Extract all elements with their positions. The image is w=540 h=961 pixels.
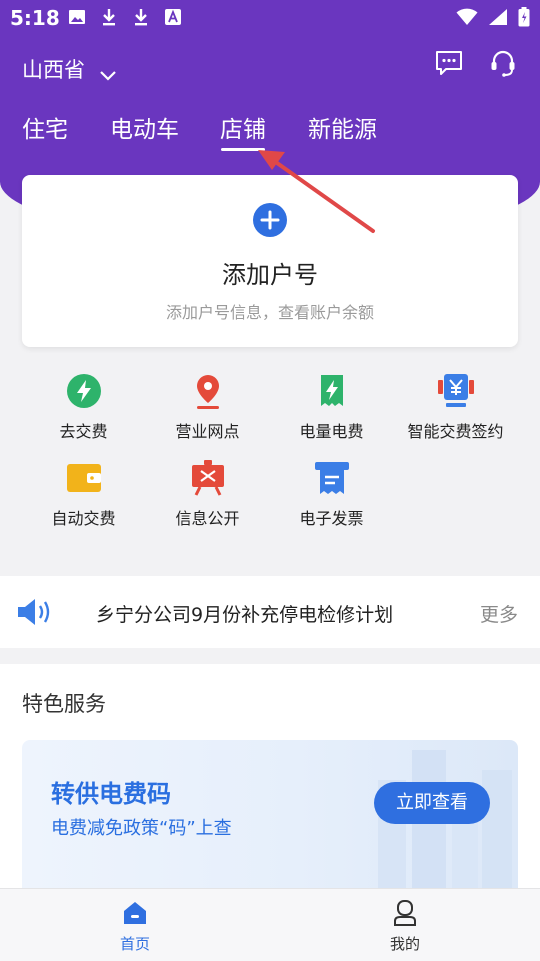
service-label: 电量电费 — [299, 422, 364, 441]
wifi-icon — [456, 8, 478, 30]
tab-residential[interactable]: 住宅 — [22, 110, 68, 144]
region-selector[interactable]: 山西省 — [22, 54, 117, 84]
signal-icon — [488, 8, 508, 30]
bottom-navigation: 首页 我的 — [0, 888, 540, 961]
yen-contract-icon — [437, 372, 475, 410]
add-account-card[interactable]: 添加户号 添加户号信息，查看账户余额 — [22, 175, 518, 347]
notice-more-link[interactable]: 更多 — [480, 600, 518, 627]
service-e-invoice[interactable]: 电子发票 — [264, 459, 399, 529]
download-icon — [132, 8, 150, 26]
speaker-icon — [16, 596, 56, 628]
service-auto-pay[interactable]: 自动交费 — [16, 459, 151, 529]
font-app-icon — [164, 8, 182, 26]
notice-bar[interactable]: 乡宁分公司9月份补充停电检修计划 更多 — [0, 576, 540, 648]
service-label: 智能交费签约 — [407, 422, 504, 441]
feature-banner-card[interactable]: 转供电费码 电费减免政策“码”上查 立即查看 — [22, 740, 518, 910]
service-info-disclosure[interactable]: 信息公开 — [140, 459, 275, 529]
location-pin-icon — [189, 372, 227, 410]
section-title: 特色服务 — [22, 692, 106, 716]
image-icon — [68, 8, 86, 26]
nav-label: 首页 — [119, 935, 150, 953]
header-actions — [434, 48, 518, 78]
add-account-title: 添加户号 — [222, 261, 318, 289]
service-label: 电子发票 — [299, 509, 364, 528]
bolt-bill-icon — [313, 372, 351, 410]
customer-service-icon[interactable] — [488, 48, 518, 78]
wallet-icon — [65, 459, 103, 497]
feature-title: 转供电费码 — [51, 780, 171, 808]
download-icon — [100, 8, 118, 26]
notification-icons — [68, 8, 182, 26]
service-smart-contract[interactable]: 智能交费签约 — [388, 372, 523, 442]
board-icon — [189, 459, 227, 497]
building-illustration — [378, 750, 512, 910]
status-bar: 5:18 — [0, 0, 540, 36]
active-tab-indicator — [221, 148, 265, 151]
add-account-subtitle: 添加户号信息，查看账户余额 — [165, 303, 374, 322]
invoice-icon — [313, 459, 351, 497]
nav-home[interactable]: 首页 — [75, 899, 195, 954]
service-outlets[interactable]: 营业网点 — [140, 372, 275, 442]
tab-electric-vehicle[interactable]: 电动车 — [110, 110, 179, 144]
nav-profile[interactable]: 我的 — [345, 899, 465, 954]
service-usage-bill[interactable]: 电量电费 — [264, 372, 399, 442]
message-icon[interactable] — [434, 48, 464, 78]
system-status-icons — [456, 7, 530, 31]
status-time: 5:18 — [10, 6, 60, 30]
service-pay[interactable]: 去交费 — [16, 372, 151, 442]
battery-icon — [518, 7, 530, 31]
service-label: 信息公开 — [175, 509, 240, 528]
notice-text[interactable]: 乡宁分公司9月份补充停电检修计划 — [96, 600, 393, 627]
tab-shop[interactable]: 店铺 — [220, 110, 266, 144]
service-label: 去交费 — [59, 422, 108, 441]
category-tabs: 住宅 电动车 店铺 新能源 — [0, 110, 540, 154]
view-now-button[interactable]: 立即查看 — [374, 782, 490, 824]
service-label: 自动交费 — [51, 509, 116, 528]
plus-icon — [253, 203, 287, 237]
chevron-down-icon — [99, 63, 117, 81]
feature-subtitle: 电费减免政策“码”上查 — [51, 818, 232, 839]
region-label: 山西省 — [22, 58, 85, 82]
user-icon — [391, 899, 419, 927]
service-grid: 去交费 营业网点 电量电费 智能交费签约 自动交费 信息公开 电子发票 — [0, 355, 540, 561]
service-label: 营业网点 — [175, 422, 240, 441]
featured-services-section: 特色服务 转供电费码 电费减免政策“码”上查 立即查看 — [0, 664, 540, 910]
home-icon — [121, 899, 149, 927]
tab-new-energy[interactable]: 新能源 — [308, 110, 377, 144]
nav-label: 我的 — [389, 935, 420, 953]
lightning-icon — [65, 372, 103, 410]
